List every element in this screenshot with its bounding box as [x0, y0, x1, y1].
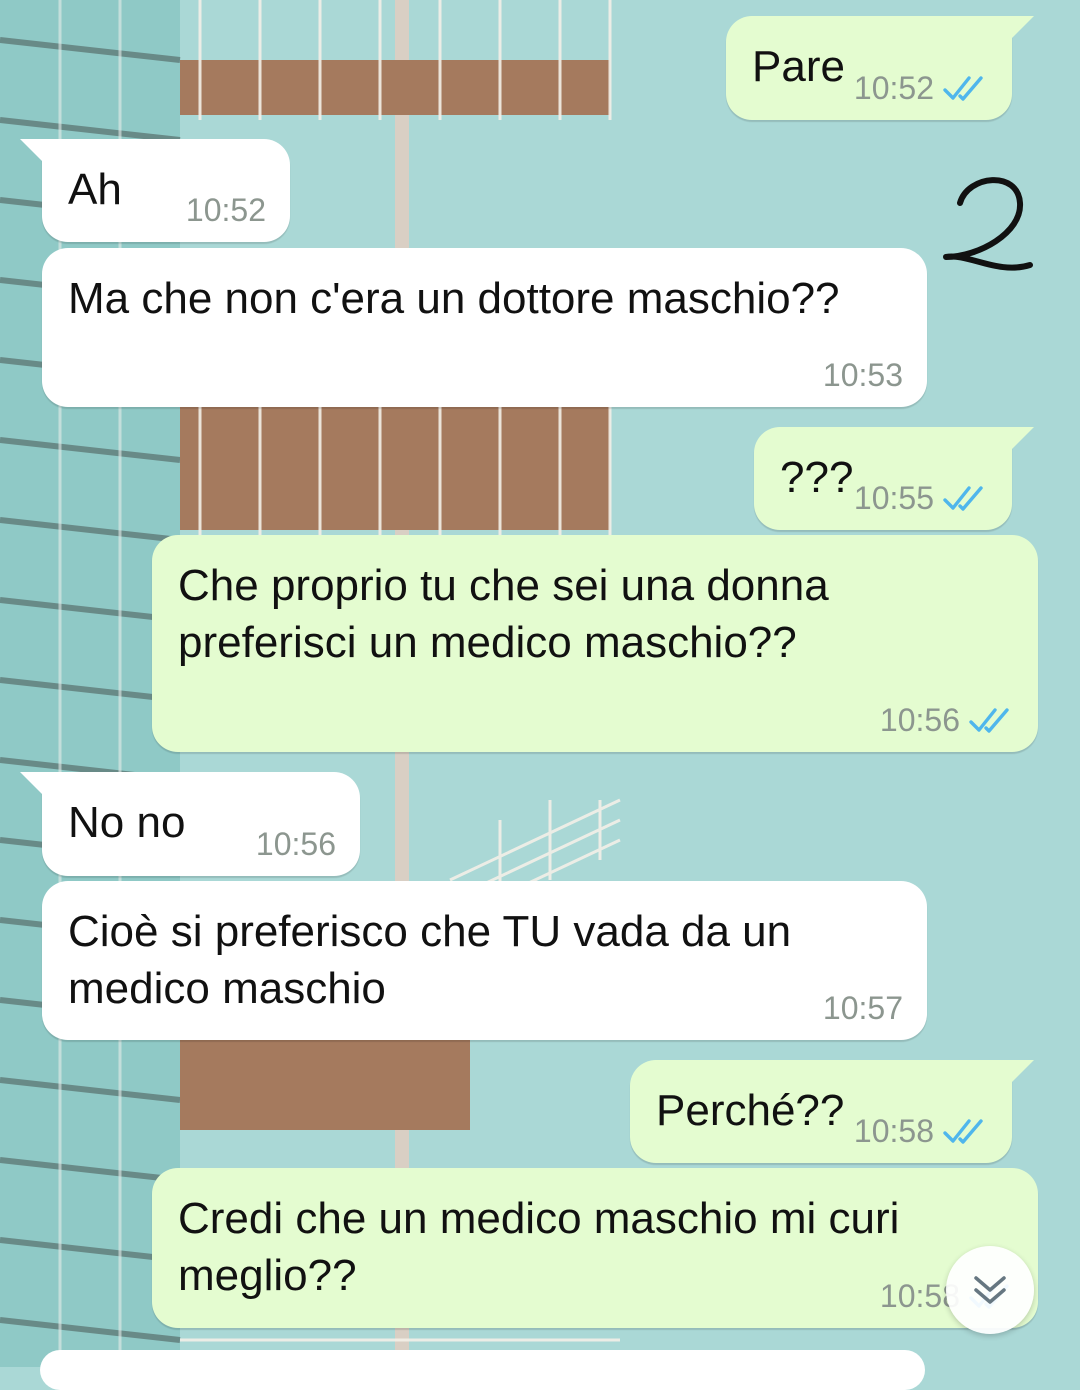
double-check-icon	[943, 486, 983, 511]
message-time: 10:57	[822, 990, 903, 1026]
bubble-tail	[20, 772, 44, 796]
message-outgoing[interactable]: Pare 10:52	[726, 16, 1034, 120]
message-time: 10:56	[255, 826, 336, 862]
message-meta: 10:58	[854, 1111, 988, 1151]
chevron-down-icon	[974, 1276, 1006, 1304]
message-time: 10:58	[853, 1113, 934, 1149]
message-outgoing[interactable]: ??? 10:55	[754, 427, 1034, 530]
message-meta: 10:57	[823, 988, 903, 1028]
message-meta: 10:52	[854, 68, 988, 108]
message-outgoing[interactable]: Che proprio tu che sei una donna preferi…	[152, 535, 1038, 752]
message-incoming[interactable]: No no 10:56	[20, 772, 360, 876]
message-time: 10:52	[185, 192, 266, 228]
message-meta: 10:55	[854, 478, 988, 518]
message-incoming[interactable]: Cioè si preferisco che TU vada da un med…	[42, 881, 927, 1040]
message-outgoing[interactable]: Perché?? 10:58	[630, 1060, 1034, 1163]
message-text: Cioè si preferisco che TU vada da un med…	[68, 907, 792, 1013]
message-time: 10:52	[853, 70, 934, 106]
message-incoming-partial[interactable]	[40, 1350, 925, 1390]
message-text: Ma che non c'era un dottore maschio??	[68, 274, 840, 323]
message-incoming[interactable]: Ah 10:52	[20, 139, 290, 242]
message-outgoing[interactable]: Credi che un medico maschio mi curi megl…	[152, 1168, 1038, 1328]
bubble-tail	[20, 139, 44, 163]
message-meta: 10:56	[880, 700, 1014, 740]
message-time: 10:56	[879, 702, 960, 738]
message-meta: 10:56	[256, 824, 336, 864]
double-check-icon	[943, 76, 983, 101]
double-check-icon	[943, 1119, 983, 1144]
message-meta: 10:53	[823, 355, 903, 395]
handwritten-number-annotation	[943, 177, 1033, 271]
message-text: Che proprio tu che sei una donna preferi…	[178, 561, 829, 667]
double-check-icon	[969, 708, 1009, 733]
scroll-to-bottom-button[interactable]	[946, 1246, 1034, 1334]
message-time: 10:53	[822, 357, 903, 393]
message-time: 10:55	[853, 480, 934, 516]
message-incoming[interactable]: Ma che non c'era un dottore maschio?? 10…	[42, 248, 927, 407]
bubble-tail	[1010, 16, 1034, 40]
bubble-tail	[1010, 1060, 1034, 1084]
bubble-tail	[1010, 427, 1034, 451]
message-meta: 10:52	[186, 190, 266, 230]
